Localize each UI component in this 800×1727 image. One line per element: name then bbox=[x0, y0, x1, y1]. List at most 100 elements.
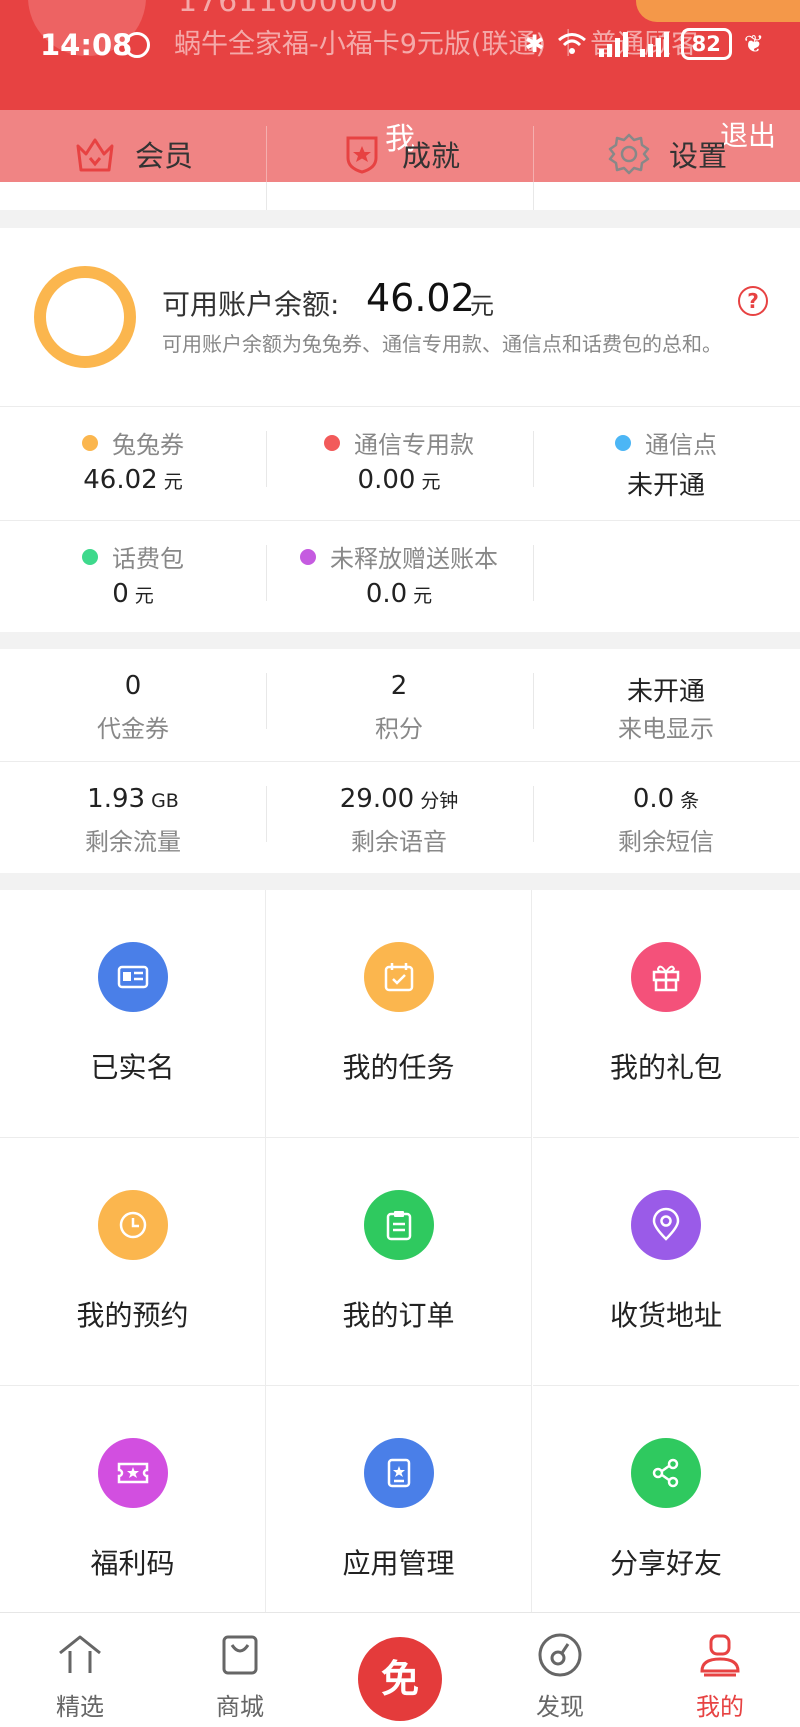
grid-item-my-appointments[interactable]: 我的预约 bbox=[0, 1138, 266, 1386]
balance-unit: 元 bbox=[470, 292, 494, 320]
stat-value: 0 bbox=[124, 671, 142, 701]
grid-item-share-friends[interactable]: 分享好友 bbox=[533, 1386, 799, 1634]
account-rabbit-coupon[interactable]: 兔兔券 46.02 元 bbox=[0, 407, 266, 519]
tab-label: 精选 bbox=[56, 1693, 104, 1721]
tab-featured[interactable]: 精选 bbox=[20, 1613, 140, 1727]
account-value: 0 bbox=[112, 579, 129, 609]
account-comm-fund[interactable]: 通信专用款 0.00 元 bbox=[266, 407, 532, 519]
location-icon bbox=[631, 1190, 701, 1260]
account-name: 通信专用款 bbox=[354, 431, 474, 459]
grid-item-my-orders[interactable]: 我的订单 bbox=[266, 1138, 532, 1386]
tab-mine[interactable]: 我的 bbox=[660, 1613, 780, 1727]
compass-icon bbox=[538, 1633, 582, 1677]
menu-item-settings[interactable]: 设置 bbox=[534, 126, 800, 182]
menu-item-achievement[interactable]: 成就 bbox=[267, 126, 534, 182]
grid-item-shipping-address[interactable]: 收货地址 bbox=[533, 1138, 799, 1386]
status-time: 14:08 bbox=[40, 28, 133, 62]
balance-label: 可用账户余额: bbox=[162, 288, 340, 321]
account-value: 未开通 bbox=[626, 471, 705, 501]
user-icon bbox=[700, 1634, 740, 1677]
stat-voice-remaining[interactable]: 29.00 分钟 剩余语音 bbox=[266, 762, 532, 874]
stat-row: 0 代金券 2 积分 未开通 来电显示 bbox=[0, 649, 800, 761]
account-unit: 元 bbox=[421, 471, 441, 493]
account-value: 0.00 bbox=[357, 465, 416, 495]
clock-icon bbox=[98, 1190, 168, 1260]
stat-points[interactable]: 2 积分 bbox=[266, 649, 532, 761]
vip-tag[interactable] bbox=[636, 0, 800, 22]
grid-item-welfare-code[interactable]: 福利码 bbox=[0, 1386, 266, 1634]
stat-value: 2 bbox=[390, 671, 408, 701]
phone-number: 17611000000 bbox=[178, 0, 399, 19]
grid-item-verified[interactable]: 已实名 bbox=[0, 890, 266, 1138]
grid-item-label: 我的预约 bbox=[76, 1299, 189, 1332]
account-name: 通信点 bbox=[645, 431, 717, 459]
ticket-icon bbox=[98, 1438, 168, 1508]
grid-item-my-tasks[interactable]: 我的任务 bbox=[266, 890, 532, 1138]
balance-value: 46.02 bbox=[366, 276, 475, 320]
id-card-icon bbox=[98, 942, 168, 1012]
stat-label: 剩余短信 bbox=[618, 828, 714, 856]
stat-value: 未开通 bbox=[626, 677, 705, 707]
menu-item-label: 设置 bbox=[668, 139, 727, 173]
grid-item-label: 我的任务 bbox=[342, 1051, 455, 1084]
account-value: 46.02 bbox=[83, 465, 158, 495]
stat-unit: GB bbox=[151, 790, 179, 812]
signal-icon bbox=[598, 31, 628, 57]
account-comm-points[interactable]: 通信点 未开通 bbox=[533, 407, 799, 519]
stat-data-remaining[interactable]: 1.93 GB 剩余流量 bbox=[0, 762, 266, 874]
bottom-tab-bar: 精选 商城 免 发现 我的 bbox=[0, 1612, 800, 1727]
tab-label: 发现 bbox=[536, 1693, 584, 1721]
usage-stats: 0 代金券 2 积分 未开通 来电显示 1.93 GB 剩余流量 29.00 分钟 … bbox=[0, 649, 800, 873]
dot-icon bbox=[82, 548, 98, 565]
header-bottom-strip bbox=[0, 182, 800, 210]
account-name: 话费包 bbox=[112, 545, 184, 573]
stat-row: 1.93 GB 剩余流量 29.00 分钟 剩余语音 0.0 条 剩余短信 bbox=[0, 761, 800, 873]
stat-value: 0.0 bbox=[632, 784, 675, 814]
header-menu: 会员 成就 设置 bbox=[0, 126, 800, 182]
gear-icon bbox=[608, 133, 650, 175]
stat-label: 剩余语音 bbox=[351, 828, 447, 856]
account-unreleased-gift[interactable]: 未释放赠送账本 0.0 元 bbox=[266, 521, 532, 633]
tab-label: 商城 bbox=[216, 1693, 264, 1721]
balance-ring-chart bbox=[34, 266, 136, 368]
share-icon bbox=[631, 1438, 701, 1508]
crown-icon bbox=[76, 138, 114, 172]
stat-label: 积分 bbox=[375, 715, 423, 743]
grid-item-app-management[interactable]: 应用管理 bbox=[266, 1386, 532, 1634]
stat-sms-remaining[interactable]: 0.0 条 剩余短信 bbox=[533, 762, 799, 874]
stat-value: 29.00 bbox=[339, 784, 415, 814]
wifi-icon bbox=[557, 33, 586, 54]
grid-item-label: 收货地址 bbox=[609, 1299, 722, 1332]
balance-description: 可用账户余额为兔兔券、通信专用款、通信点和话费包的总和。 bbox=[162, 332, 722, 356]
menu-item-label: 会员 bbox=[134, 139, 193, 173]
account-unit: 元 bbox=[413, 585, 433, 607]
status-bar: 14:08 ✱ 82 ❦ bbox=[0, 24, 800, 68]
leaf-icon: ❦ bbox=[743, 30, 764, 58]
dot-icon bbox=[82, 434, 98, 451]
feature-grid: 已实名 我的任务 我的礼包 我的预约 我的订单 收货地址 福利码 应用管理 分享… bbox=[0, 890, 800, 1634]
balance-card[interactable]: 可用账户余额: 46.02 元 可用账户余额为兔兔券、通信专用款、通信点和话费包… bbox=[0, 228, 800, 406]
stat-unit: 分钟 bbox=[420, 790, 459, 812]
free-center-button[interactable]: 免 bbox=[358, 1637, 442, 1721]
tab-discover[interactable]: 发现 bbox=[500, 1613, 620, 1727]
grid-item-label: 福利码 bbox=[90, 1547, 175, 1580]
menu-item-member[interactable]: 会员 bbox=[0, 126, 267, 182]
grid-item-label: 已实名 bbox=[90, 1051, 175, 1084]
signal-icon bbox=[639, 31, 669, 57]
account-phone-package[interactable]: 话费包 0元 bbox=[0, 521, 266, 633]
dot-icon bbox=[300, 548, 316, 565]
tab-mall[interactable]: 商城 bbox=[180, 1613, 300, 1727]
grid-item-label: 分享好友 bbox=[609, 1547, 722, 1580]
account-name: 未释放赠送账本 bbox=[330, 545, 498, 573]
gift-icon bbox=[631, 942, 701, 1012]
battery-indicator: 82 bbox=[680, 28, 732, 60]
stat-vouchers[interactable]: 0 代金券 bbox=[0, 649, 266, 761]
account-value: 0.0 bbox=[365, 579, 408, 609]
help-icon[interactable]: ? bbox=[738, 286, 768, 316]
grid-item-my-gifts[interactable]: 我的礼包 bbox=[533, 890, 799, 1138]
stat-caller-id[interactable]: 未开通 来电显示 bbox=[533, 649, 799, 761]
clipboard-icon bbox=[364, 1190, 434, 1260]
badge-icon bbox=[346, 136, 378, 174]
account-breakdown: 兔兔券 46.02 元 通信专用款 0.00 元 通信点 未开通 话费包 0元 未释… bbox=[0, 406, 800, 632]
stat-unit: 条 bbox=[680, 790, 700, 812]
